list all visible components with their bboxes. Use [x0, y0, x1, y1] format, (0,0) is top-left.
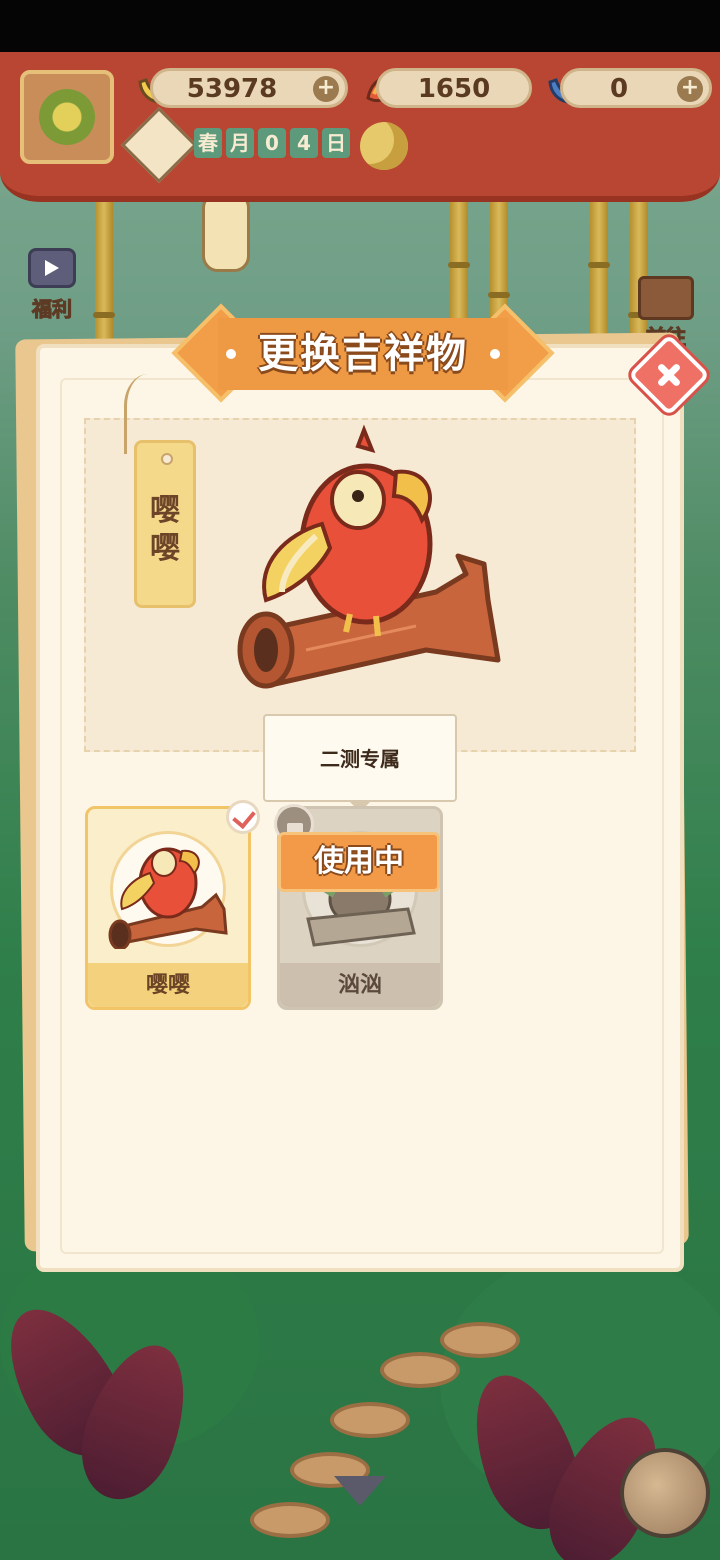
add-blue-banana-button[interactable]: + [677, 76, 703, 102]
signboard-icon [638, 276, 694, 320]
selected-check-icon [226, 800, 260, 834]
banana-amount: 53978 [186, 74, 278, 104]
player-avatar-button[interactable] [20, 70, 114, 164]
date-chip: 日 [322, 128, 350, 158]
stepping-stone [250, 1502, 330, 1538]
mascot-card-yingying[interactable]: 嘤嘤 [85, 806, 251, 1010]
exclusive-tooltip: 二测专属 [263, 714, 457, 802]
date-chip: 4 [290, 128, 318, 158]
banana-counter: 53978 + [150, 68, 348, 108]
blue-banana-amount: 0 [609, 74, 629, 104]
stepping-stone [380, 1352, 460, 1388]
modal-title: 更换吉祥物 [258, 331, 468, 377]
fire-pepper-counter: 1650 [376, 68, 532, 108]
stepping-stone [440, 1322, 520, 1358]
fire-pepper-amount: 1650 [417, 74, 491, 104]
date-chip: 春 [194, 128, 222, 158]
blue-banana-counter: 0 + [560, 68, 712, 108]
moon-icon[interactable] [360, 122, 408, 170]
add-banana-button[interactable]: + [313, 76, 339, 102]
stepping-stone [330, 1402, 410, 1438]
status-bar [0, 0, 720, 52]
name-tag-text: 嘤 嘤 [150, 493, 180, 566]
parrot-thumbnail [108, 847, 228, 949]
tv-icon [28, 248, 76, 288]
yarn-ball-button[interactable] [620, 1448, 710, 1538]
date-chip: 月 [226, 128, 254, 158]
parrot-mascot-illustration [237, 424, 501, 689]
clover-icon [39, 89, 95, 145]
chevron-down-icon[interactable] [334, 1476, 386, 1506]
welfare-label: 福利 [32, 297, 73, 322]
card-name-label: 汹汹 [337, 973, 382, 998]
lantern [202, 192, 250, 272]
welfare-button[interactable]: 福利 [14, 240, 90, 322]
in-use-badge: 使用中 [278, 832, 440, 892]
card-name-label: 嘤嘤 [145, 973, 190, 998]
date-chip: 0 [258, 128, 286, 158]
